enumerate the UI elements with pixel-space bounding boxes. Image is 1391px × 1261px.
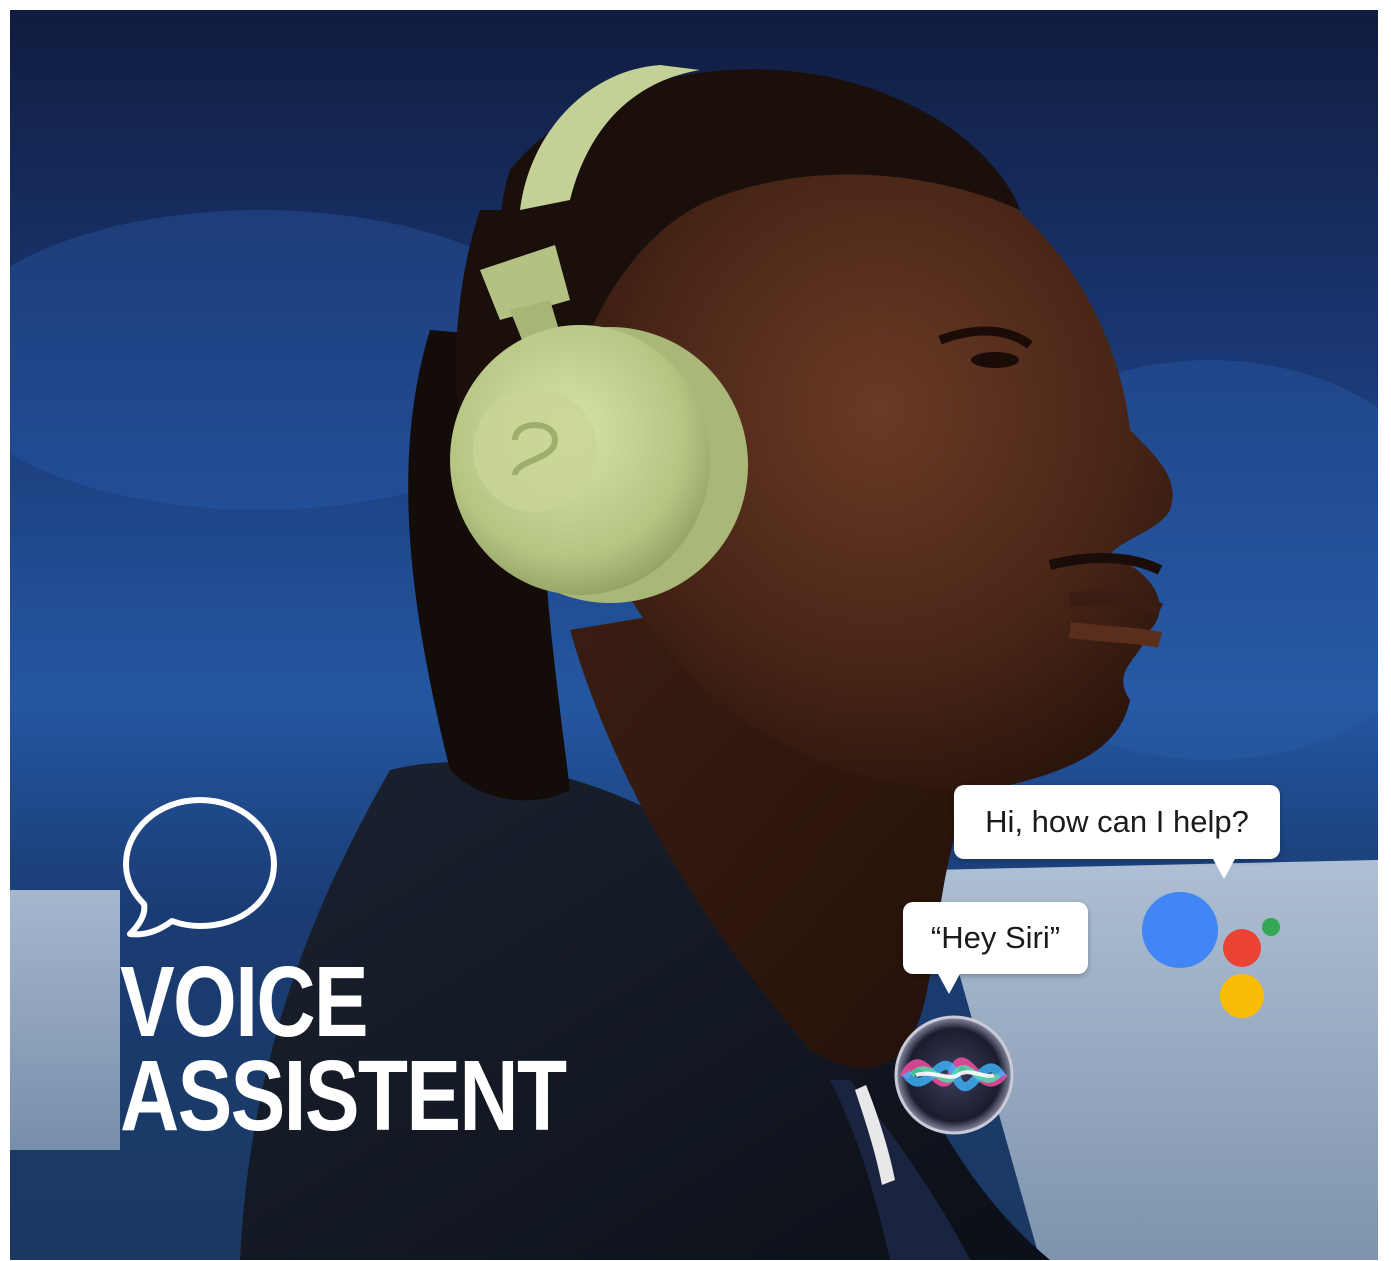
siri-bubble: “Hey Siri”: [903, 902, 1088, 994]
headline-line-1: VOICE: [120, 946, 369, 1058]
headline: VOICE ASSISTENT: [120, 946, 567, 1152]
google-assistant-icon: [1142, 892, 1280, 1018]
siri-icon: [894, 1015, 1014, 1135]
google-assistant-bubble: Hi, how can I help?: [954, 785, 1280, 879]
headline-line-2: ASSISTENT: [120, 1040, 567, 1152]
speech-bubble-icon: [123, 797, 277, 938]
product-image-frame: VOICE ASSISTENT Hi, how can I help? “Hey…: [10, 10, 1378, 1260]
